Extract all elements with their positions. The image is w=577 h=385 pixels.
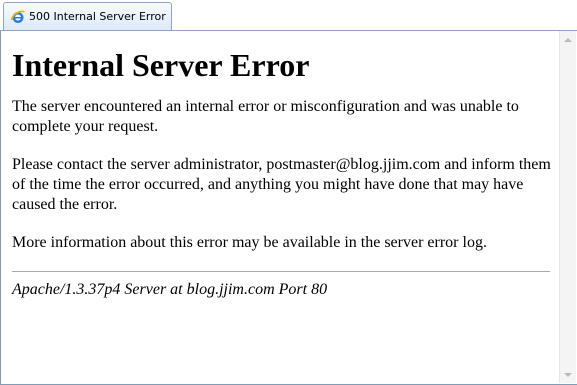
ie-icon xyxy=(10,10,25,23)
server-signature: Apache/1.3.37p4 Server at blog.jjim.com … xyxy=(12,281,328,298)
page-content: Internal Server Error The server encount… xyxy=(1,31,559,383)
divider xyxy=(12,271,550,272)
browser-tab[interactable]: 500 Internal Server Error xyxy=(3,2,172,30)
scroll-up-arrow-icon xyxy=(564,37,572,42)
vertical-scrollbar[interactable] xyxy=(559,31,576,383)
scroll-down-arrow-icon xyxy=(564,372,572,377)
scroll-up-button[interactable] xyxy=(560,31,576,48)
contact-admin-text: Please contact the server administrator,… xyxy=(12,156,551,213)
error-description: The server encountered an internal error… xyxy=(12,98,519,135)
scroll-down-button[interactable] xyxy=(560,366,576,383)
tab-bar: 500 Internal Server Error xyxy=(0,0,577,31)
browser-viewport: Internal Server Error The server encount… xyxy=(0,31,577,385)
tab-title: 500 Internal Server Error xyxy=(29,10,166,23)
page-title: Internal Server Error xyxy=(12,47,310,83)
more-info-text: More information about this error may be… xyxy=(12,234,487,251)
